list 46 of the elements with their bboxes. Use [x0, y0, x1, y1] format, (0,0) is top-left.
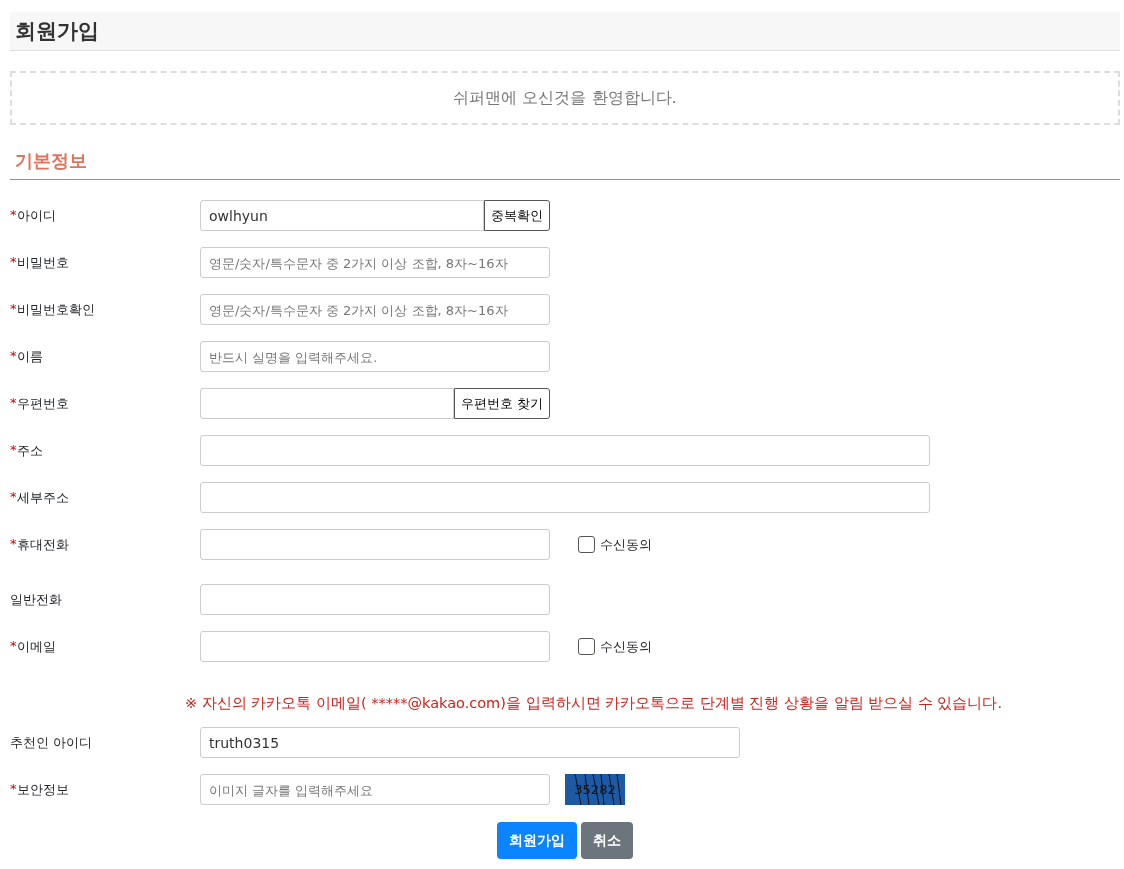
cancel-button[interactable]: 취소	[581, 822, 633, 859]
field-label: 비밀번호확인	[16, 300, 95, 319]
input-field[interactable]	[200, 631, 550, 662]
input-field[interactable]: 영문/숫자/특수문자 중 2가지 이상 조합, 8자~16자	[200, 294, 550, 325]
checkbox[interactable]	[578, 638, 595, 655]
input-field[interactable]: 영문/숫자/특수문자 중 2가지 이상 조합, 8자~16자	[200, 247, 550, 278]
required-mark: *	[10, 535, 17, 553]
input-field[interactable]	[200, 482, 930, 513]
field-label: 휴대전화	[16, 535, 69, 554]
input-field[interactable]: 이미지 글자를 입력해주세요	[200, 774, 550, 805]
field-label: 이름	[16, 347, 43, 366]
field-label: 일반전화	[10, 590, 62, 609]
required-mark: *	[10, 347, 17, 365]
field-label: 이메일	[16, 637, 56, 656]
input-field[interactable]: 반드시 실명을 입력해주세요.	[200, 341, 550, 372]
field-label: 보안정보	[16, 780, 69, 799]
input-field[interactable]	[200, 388, 454, 419]
field-label: 아이디	[16, 206, 56, 225]
checkbox[interactable]	[578, 536, 595, 553]
checkbox-label: 수신동의	[600, 637, 652, 656]
field-label: 비밀번호	[16, 253, 69, 272]
field-label: 추천인 아이디	[10, 733, 93, 752]
field-label: 우편번호	[16, 394, 69, 413]
field-button[interactable]: 우편번호 찾기	[453, 388, 550, 419]
required-mark: *	[10, 206, 17, 224]
welcome-text: 쉬퍼맨에 오신것을 환영합니다.	[453, 87, 677, 109]
checkbox-label: 수신동의	[600, 535, 652, 554]
section-title: 기본정보	[10, 149, 1120, 180]
field-label: 세부주소	[16, 488, 69, 507]
input-field[interactable]	[200, 435, 930, 466]
required-mark: *	[10, 488, 17, 506]
required-mark: *	[10, 441, 17, 459]
required-mark: *	[10, 253, 17, 271]
required-mark: *	[10, 780, 17, 798]
field-button[interactable]: 중복확인	[484, 200, 550, 231]
input-field[interactable]: truth0315	[200, 727, 740, 758]
field-label: 주소	[16, 441, 43, 460]
input-field[interactable]	[200, 529, 550, 560]
required-mark: *	[10, 394, 17, 412]
required-mark: *	[10, 300, 17, 318]
notice-text: ※ 자신의 카카오톡 이메일( *****@kakao.com)을 입력하시면 카카오톡으로 단계별 진행 상황을 알림 받으실 수 있습니다.	[184, 694, 1003, 713]
required-mark: *	[10, 637, 17, 655]
input-field[interactable]: owlhyun	[200, 200, 484, 231]
signup-button[interactable]: 회원가입	[497, 822, 577, 859]
input-field[interactable]	[200, 584, 550, 615]
page-title: 회원가입	[15, 18, 99, 45]
